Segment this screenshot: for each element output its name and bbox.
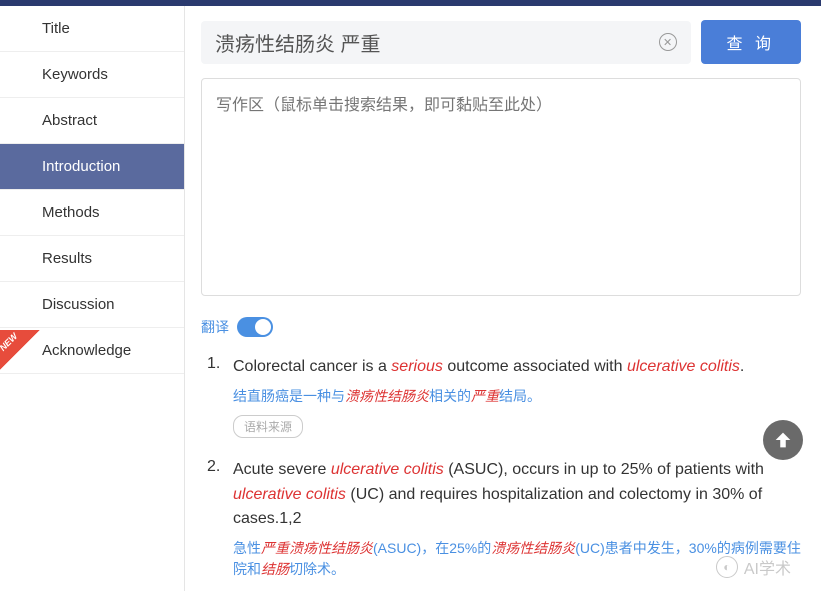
- search-input[interactable]: [215, 31, 659, 54]
- result-number: 2.: [207, 458, 223, 580]
- result-number: 1.: [207, 355, 223, 438]
- watermark: ◐ AI学术: [716, 555, 791, 579]
- result-english: Acute severe ulcerative colitis (ASUC), …: [233, 458, 801, 532]
- sidebar: TitleKeywordsAbstractIntroductionMethods…: [0, 6, 185, 591]
- new-badge: NEW: [0, 330, 40, 370]
- sidebar-item-abstract[interactable]: Abstract: [0, 98, 184, 144]
- clear-icon[interactable]: ✕: [659, 33, 677, 51]
- translate-toggle[interactable]: [237, 317, 273, 337]
- sidebar-item-introduction[interactable]: Introduction: [0, 144, 184, 190]
- result-item[interactable]: 1. Colorectal cancer is a serious outcome…: [201, 355, 801, 438]
- writing-area[interactable]: [201, 78, 801, 296]
- query-button[interactable]: 查 询: [701, 20, 801, 64]
- source-button[interactable]: 语料来源: [233, 415, 303, 438]
- result-chinese: 结直肠癌是一种与溃疡性结肠炎相关的严重结局。: [233, 386, 801, 407]
- result-english: Colorectal cancer is a serious outcome a…: [233, 355, 801, 380]
- translate-label: 翻译: [201, 317, 229, 337]
- wechat-icon: ◐: [716, 556, 738, 578]
- search-box: ✕: [201, 21, 691, 64]
- sidebar-item-discussion[interactable]: Discussion: [0, 282, 184, 328]
- scroll-top-button[interactable]: [763, 420, 803, 460]
- sidebar-item-methods[interactable]: Methods: [0, 190, 184, 236]
- main-content: ✕ 查 询 翻译 1. Colorectal cancer is a seriou…: [185, 6, 821, 591]
- sidebar-item-results[interactable]: Results: [0, 236, 184, 282]
- sidebar-item-keywords[interactable]: Keywords: [0, 52, 184, 98]
- sidebar-item-title[interactable]: Title: [0, 6, 184, 52]
- result-item[interactable]: 2.Acute severe ulcerative colitis (ASUC)…: [201, 458, 801, 580]
- watermark-text: AI学术: [744, 555, 791, 579]
